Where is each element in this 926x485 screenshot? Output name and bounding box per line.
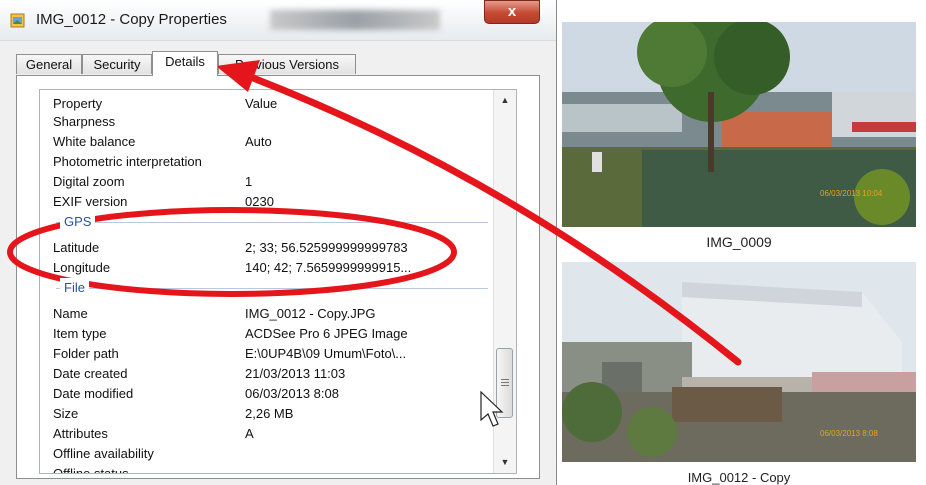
table-row[interactable]: Date created 21/03/2013 11:03 [40,364,494,384]
thumbnail-caption[interactable]: IMG_0009 [562,234,916,250]
property-value: 0230 [245,194,274,209]
table-row-longitude[interactable]: Longitude 140; 42; 7.5659999999915... [40,258,494,278]
title-bar[interactable]: IMG_0012 - Copy Properties x [0,0,556,41]
grip-line [501,382,509,383]
tab-previous-versions[interactable]: Previous Versions [218,54,356,74]
table-row[interactable]: Folder path E:\0UP4B\09 Umum\Foto\... [40,344,494,364]
property-value: ACDSee Pro 6 JPEG Image [245,326,408,341]
property-name: White balance [53,134,136,149]
property-name: EXIF version [53,194,128,209]
scroll-thumb[interactable] [496,348,513,418]
tab-security[interactable]: Security [82,54,152,74]
scroll-up-arrow-icon[interactable]: ▲ [494,90,516,110]
table-row[interactable]: Digital zoom 1 [40,172,494,192]
group-divider [56,222,488,223]
scroll-down-arrow-icon[interactable]: ▼ [494,452,516,472]
properties-dialog: IMG_0012 - Copy Properties x General Sec… [0,0,557,485]
property-name: Offline availability [53,446,154,461]
property-value: 140; 42; 7.5659999999915... [245,260,412,275]
table-row[interactable]: EXIF version 0230 [40,192,494,212]
table-row[interactable]: Item type ACDSee Pro 6 JPEG Image [40,324,494,344]
property-name: Name [53,306,88,321]
property-name: Offline status [53,466,129,474]
property-name: Folder path [53,346,119,361]
details-panel: Property Value Sharpness White balance A… [16,75,540,479]
property-name: Digital zoom [53,174,125,189]
thumbnail-img-0009[interactable]: 06/03/2013 10:04 [562,12,916,227]
table-row-latitude[interactable]: Latitude 2; 33; 56.525999999999783 [40,238,494,258]
property-value: A [245,426,254,441]
header-value[interactable]: Value [245,94,277,114]
property-value: 2,26 MB [245,406,294,421]
photo-image: 06/03/2013 8:08 [562,262,916,462]
property-value: 2; 33; 56.525999999999783 [245,240,408,255]
photo-image: 06/03/2013 10:04 [562,12,916,227]
property-value: Auto [245,134,272,149]
window-title: IMG_0012 - Copy Properties [36,11,227,28]
grip-line [501,379,509,380]
property-name: Latitude [53,240,100,255]
property-value: 21/03/2013 11:03 [245,366,346,381]
table-row[interactable]: Date modified 06/03/2013 8:08 [40,384,494,404]
gps-group-header: GPS [40,212,494,232]
header-property[interactable]: Property [53,94,102,114]
vertical-scrollbar[interactable]: ▲ ▼ [493,90,516,473]
blurred-title-region [270,10,440,30]
list-header[interactable]: Property Value [40,94,494,114]
thumbnail-img-0012-copy[interactable]: 06/03/2013 8:08 [562,262,916,462]
property-name: Date created [53,366,128,381]
table-row[interactable]: Size 2,26 MB [40,404,494,424]
property-value: 06/03/2013 8:08 [245,386,339,401]
property-name: Size [53,406,79,421]
table-row[interactable]: Sharpness [40,112,494,132]
photo-timestamp: 06/03/2013 8:08 [820,429,878,438]
file-group-label: File [60,278,89,298]
property-name: Attributes [53,426,108,441]
tab-details[interactable]: Details [152,51,218,76]
close-button[interactable]: x [484,0,540,24]
photo-timestamp: 06/03/2013 10:04 [820,189,883,198]
table-row[interactable]: Offline status [40,464,494,474]
file-icon [10,13,25,28]
property-value: IMG_0012 - Copy.JPG [245,306,376,321]
table-row[interactable]: White balance Auto [40,132,494,152]
file-group-header: File [40,278,494,298]
property-name: Date modified [53,386,134,401]
table-row[interactable]: Photometric interpretation [40,152,494,172]
property-value: 1 [245,174,253,189]
table-row[interactable]: Offline availability [40,444,494,464]
property-name: Photometric interpretation [53,154,202,169]
table-row[interactable]: Name IMG_0012 - Copy.JPG [40,304,494,324]
grip-line [501,385,509,386]
group-divider [56,288,488,289]
property-name: Longitude [53,260,111,275]
property-list[interactable]: Property Value Sharpness White balance A… [39,89,517,474]
gps-group-label: GPS [60,212,96,232]
property-value: E:\0UP4B\09 Umum\Foto\... [245,346,407,361]
property-name: Item type [53,326,107,341]
thumbnail-caption[interactable]: IMG_0012 - Copy [562,470,916,485]
tab-general[interactable]: General [16,54,82,74]
table-row[interactable]: Attributes A [40,424,494,444]
property-name: Sharpness [53,114,116,129]
